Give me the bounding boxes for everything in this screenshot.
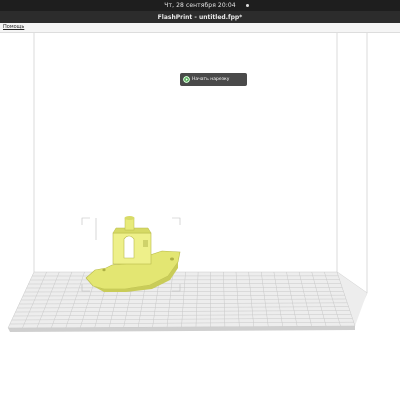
build-platform [7,271,367,332]
build-volume-scene[interactable] [0,33,400,400]
3d-viewport[interactable]: Начать нарезку [0,33,400,400]
status-dot-icon [246,4,249,7]
play-circle-icon [183,76,190,83]
start-slicing-label: Начать нарезку [192,77,230,82]
start-slicing-button[interactable]: Начать нарезку [180,73,247,86]
window-title-bar: FlashPrint - untitled.fpp* [0,11,400,23]
clock[interactable]: Чт, 28 сентября 20:04 [0,2,400,9]
benchy-model[interactable] [85,216,181,292]
window-title: FlashPrint - untitled.fpp* [157,14,243,21]
system-top-bar: Чт, 28 сентября 20:04 [0,0,400,11]
menu-item-help[interactable]: Помощь [3,24,24,30]
menu-bar: Помощь [0,23,400,33]
